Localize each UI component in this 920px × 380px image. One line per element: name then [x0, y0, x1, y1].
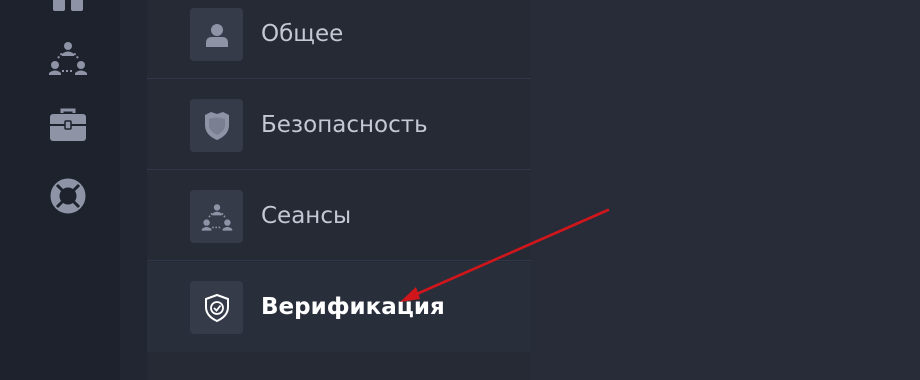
menu-item-label: Верификация	[261, 294, 445, 320]
settings-menu: Общее Безопасность Сеансы Верификация	[147, 0, 531, 380]
rail-divider	[120, 0, 147, 380]
shield-icon	[190, 99, 243, 152]
grid-icon[interactable]	[44, 0, 92, 20]
menu-item-label: Безопасность	[261, 112, 428, 138]
sessions-icon	[190, 190, 243, 243]
lifebuoy-icon[interactable]	[44, 172, 92, 220]
user-icon	[190, 8, 243, 61]
menu-item-sessions[interactable]: Сеансы	[147, 171, 531, 261]
menu-item-label: Общее	[261, 21, 344, 47]
menu-item-security[interactable]: Безопасность	[147, 80, 531, 170]
team-icon[interactable]	[44, 34, 92, 82]
menu-item-label: Сеансы	[261, 203, 352, 229]
left-rail	[0, 0, 120, 380]
briefcase-icon[interactable]	[44, 101, 92, 149]
shield-check-icon	[190, 281, 243, 334]
menu-item-verification[interactable]: Верификация	[147, 262, 531, 352]
content-area	[531, 0, 920, 380]
menu-item-general[interactable]: Общее	[147, 0, 531, 79]
